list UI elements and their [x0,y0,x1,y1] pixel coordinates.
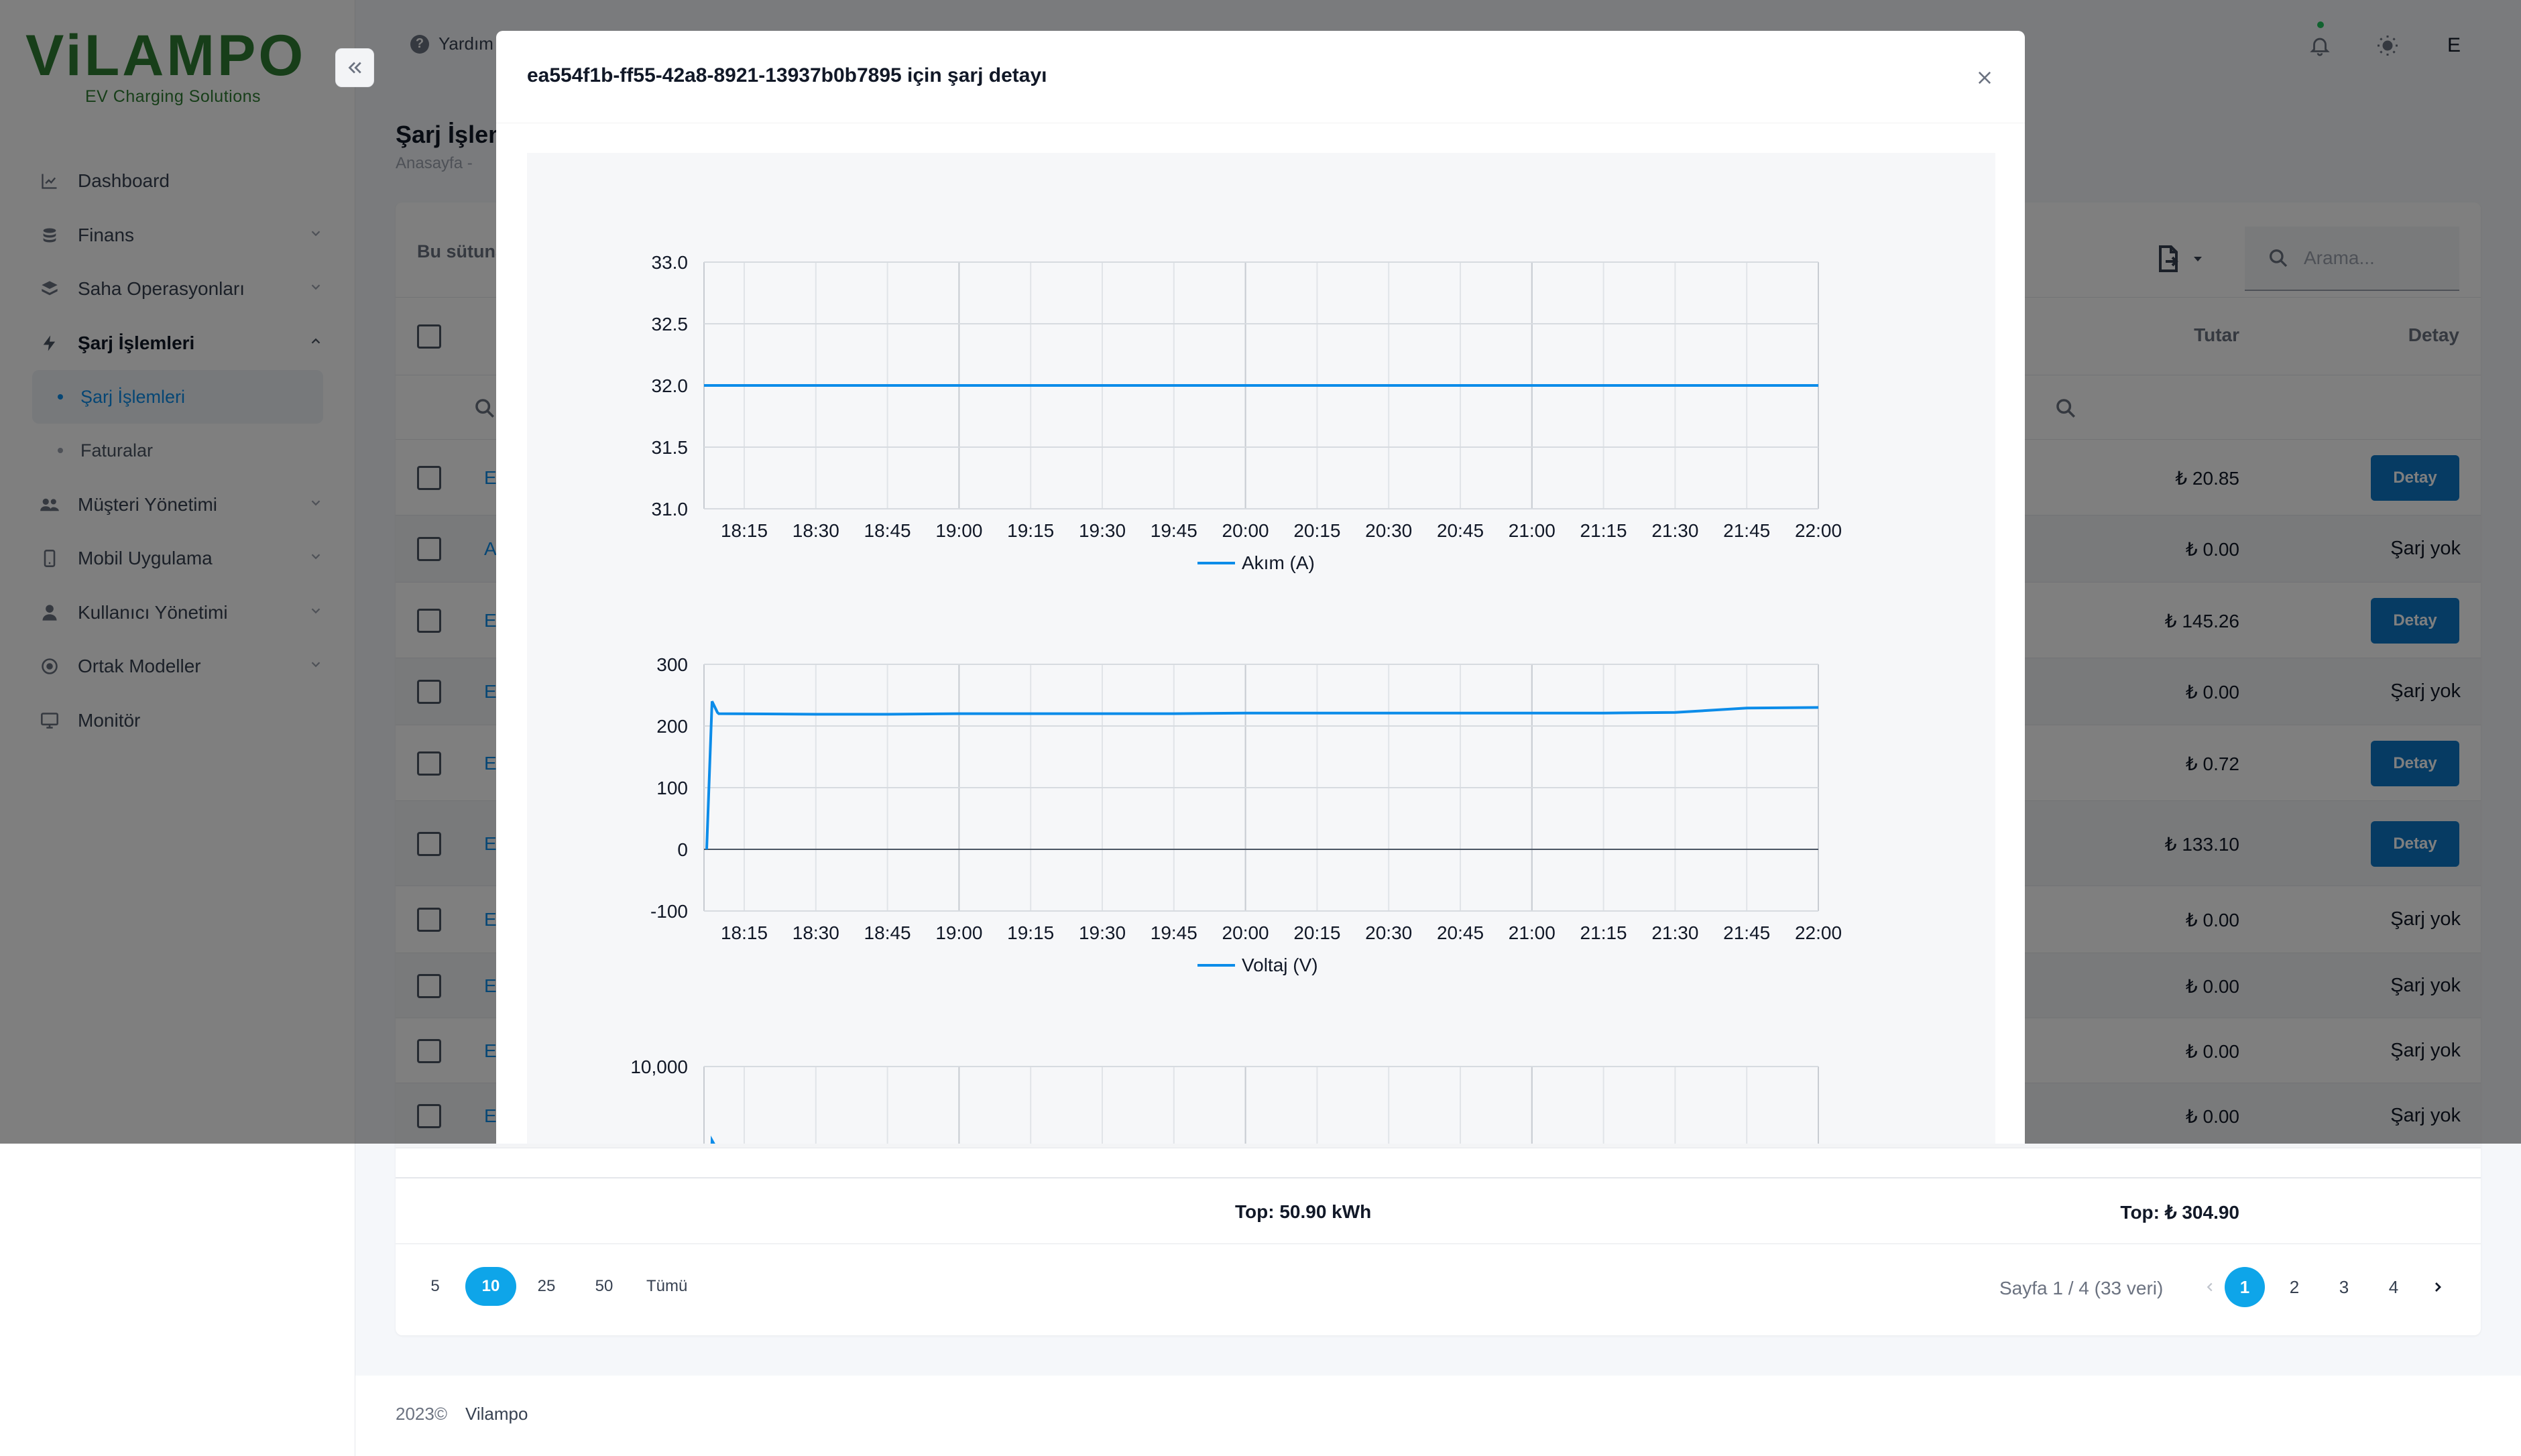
y-tick-label: 0 [677,839,688,860]
close-icon [1978,71,1991,84]
x-tick-label: 18:15 [721,520,768,541]
x-tick-label: 19:45 [1151,520,1197,541]
page-size-5[interactable]: 5 [416,1267,455,1306]
series-line [710,1135,715,1144]
x-tick-label: 18:45 [864,520,911,541]
double-chevron-left-icon [348,62,361,74]
x-tick-label: 21:00 [1509,922,1556,943]
totals-row: Top: 50.90 kWh Top: ₺ 304.90 [396,1177,2481,1244]
x-tick-label: 19:45 [1151,922,1197,943]
pagination: 5 10 25 50 Tümü Sayfa 1 / 4 (33 veri) 1 … [396,1244,2481,1325]
footer-company[interactable]: Vilampo [465,1404,528,1424]
x-tick-label: 18:30 [793,520,839,541]
x-tick-label: 19:30 [1079,922,1126,943]
x-tick-label: 21:45 [1723,922,1770,943]
total-amount: Top: ₺ 304.90 [2120,1202,2239,1223]
modal-title: ea554f1b-ff55-42a8-8921-13937b0b7895 içi… [527,64,1047,86]
x-tick-label: 19:00 [935,922,982,943]
y-tick-label: -100 [650,901,688,922]
page-size-25[interactable]: 25 [527,1267,566,1306]
x-tick-label: 20:30 [1365,520,1412,541]
page-size-10[interactable]: 10 [465,1267,516,1306]
x-tick-label: 19:15 [1007,520,1054,541]
footer-year: 2023© [396,1404,447,1424]
x-tick-label: 21:15 [1580,520,1627,541]
y-tick-label: 31.0 [652,499,689,520]
page-button-2[interactable]: 2 [2274,1267,2314,1307]
y-tick-label: 100 [656,778,688,798]
x-tick-label: 21:15 [1580,922,1627,943]
prev-page-button[interactable] [2190,1267,2230,1307]
x-tick-label: 18:45 [864,922,911,943]
x-tick-label: 19:00 [935,520,982,541]
x-tick-label: 21:45 [1723,520,1770,541]
x-tick-label: 20:30 [1365,922,1412,943]
x-tick-label: 20:00 [1222,922,1269,943]
x-tick-label: 22:00 [1795,520,1842,541]
y-tick-label: 200 [656,716,688,737]
x-tick-label: 21:30 [1651,520,1698,541]
x-tick-label: 18:15 [721,922,768,943]
x-tick-label: 20:45 [1437,520,1484,541]
y-tick-label: 300 [656,654,688,675]
legend-label: Akım (A) [1242,552,1315,573]
footer: 2023© Vilampo [355,1376,2521,1456]
x-tick-label: 20:00 [1222,520,1269,541]
page-size-50[interactable]: 50 [585,1267,624,1306]
y-tick-label: 31.5 [652,437,689,458]
y-tick-label: 33.0 [652,252,689,273]
charts-container: 18:15 18:30 18:45 19:00 19:15 19:30 19:45 20:00… [527,153,1995,1144]
modal-close-button[interactable] [1971,64,1998,91]
page-info: Sayfa 1 / 4 (33 veri) [1999,1278,2164,1298]
series-line [705,701,1819,850]
x-tick-label: 22:00 [1795,922,1842,943]
y-tick-label: 32.5 [652,314,689,335]
chevron-left-icon [2207,1282,2213,1292]
x-tick-label: 21:30 [1651,922,1698,943]
page-button-3[interactable]: 3 [2324,1267,2364,1307]
charge-detail-modal: ea554f1b-ff55-42a8-8921-13937b0b7895 içi… [496,31,2025,1144]
legend-label: Voltaj (V) [1242,955,1318,975]
total-energy: Top: 50.90 kWh [1235,1201,1372,1222]
x-tick-label: 19:15 [1007,922,1054,943]
next-page-button[interactable] [2418,1267,2458,1307]
page-button-4[interactable]: 4 [2373,1267,2414,1307]
x-tick-label: 19:30 [1079,520,1126,541]
x-tick-label: 21:00 [1509,520,1556,541]
x-tick-label: 18:30 [793,922,839,943]
x-tick-label: 20:15 [1293,922,1340,943]
x-tick-label: 20:15 [1293,520,1340,541]
charts-svg: 18:15 18:30 18:45 19:00 19:15 19:30 19:45 20:00… [630,252,1842,1144]
page-button-1[interactable]: 1 [2225,1267,2265,1307]
x-tick-label: 20:45 [1437,922,1484,943]
page-size-all[interactable]: Tümü [646,1267,687,1306]
sidebar-collapse-button[interactable] [335,48,374,87]
y-tick-label: 10,000 [630,1056,688,1077]
modal-header: ea554f1b-ff55-42a8-8921-13937b0b7895 içi… [496,31,2025,123]
chevron-right-icon [2435,1282,2441,1292]
y-tick-label: 32.0 [652,375,689,396]
